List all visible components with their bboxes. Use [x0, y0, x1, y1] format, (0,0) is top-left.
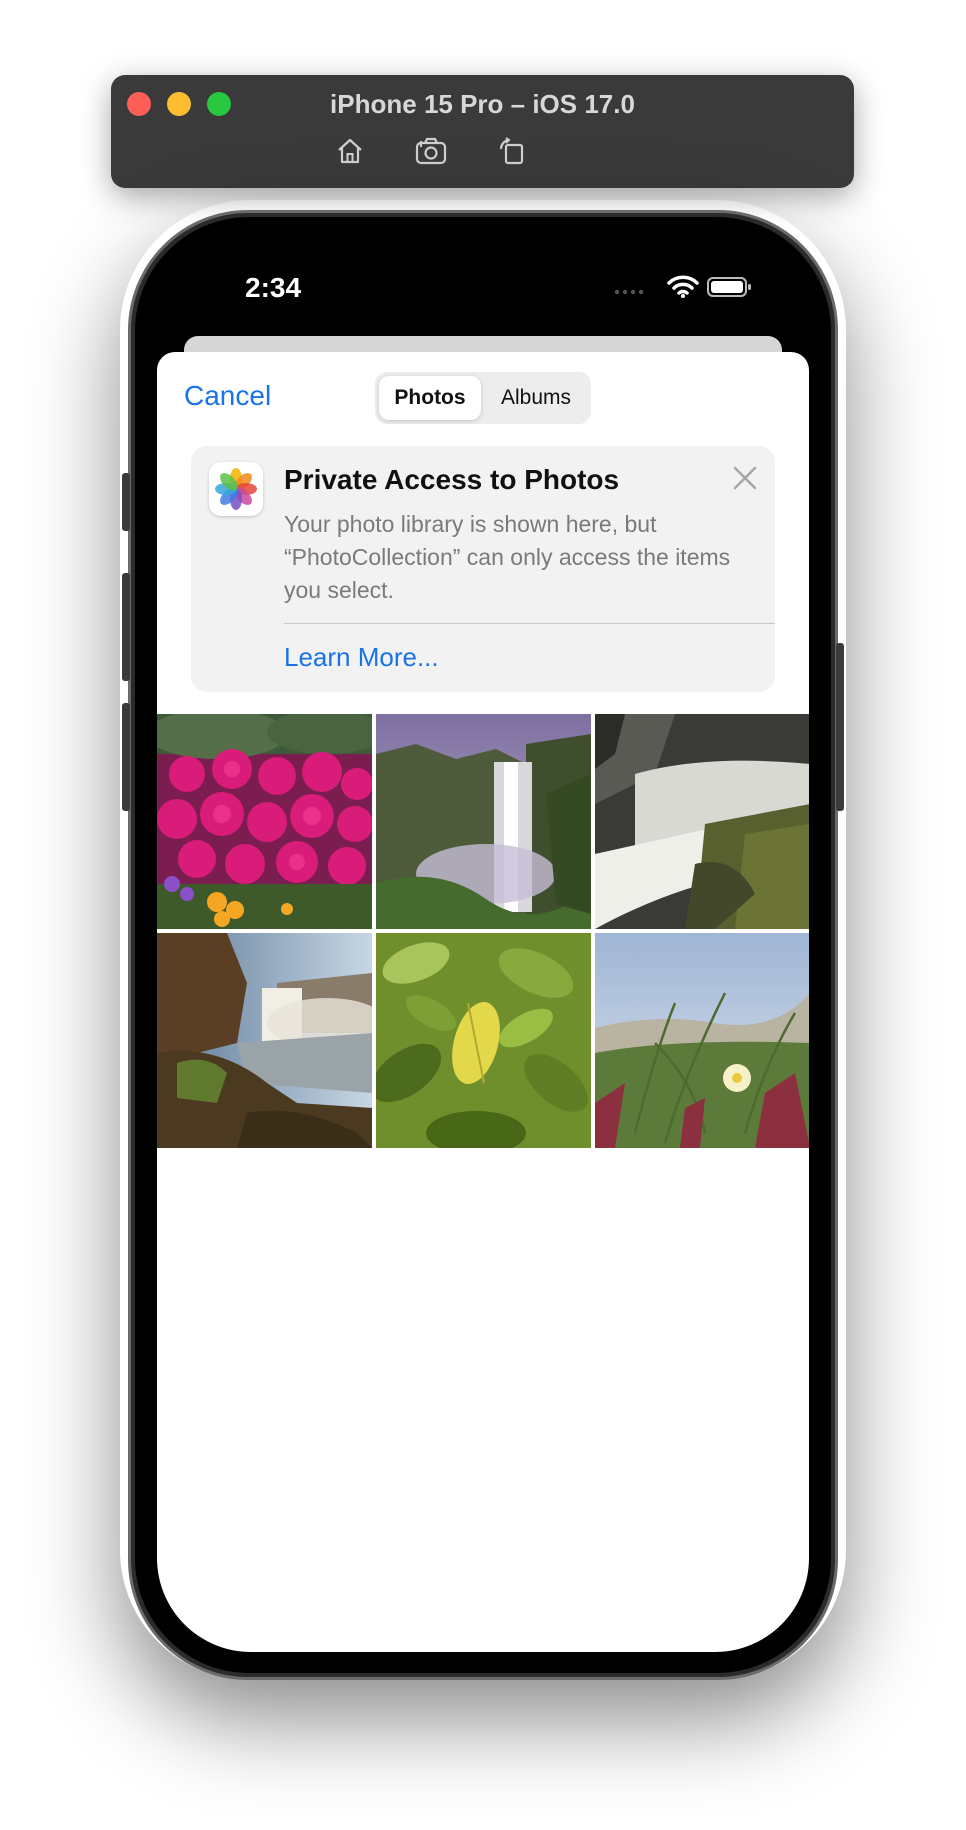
photos-app-icon: [209, 462, 263, 516]
photos-albums-segmented-control: Photos Albums: [375, 372, 591, 424]
battery-icon: [707, 277, 751, 297]
banner-body: Your photo library is shown here, but “P…: [284, 511, 731, 603]
banner-divider: [284, 623, 775, 624]
volume-down-button[interactable]: [122, 703, 130, 811]
wifi-icon: [667, 275, 699, 298]
screenshot-icon[interactable]: [414, 135, 450, 167]
tab-photos[interactable]: Photos: [379, 376, 481, 420]
cellular-icon: [614, 289, 644, 295]
photo-thumbnail-waterfall-cliff[interactable]: [376, 714, 591, 929]
photo-thumbnail-pink-flowers[interactable]: [157, 714, 372, 929]
volume-up-button[interactable]: [122, 573, 130, 681]
phone-screen: 2:34 Cancel Photos Albums Private Access…: [157, 240, 809, 1652]
cancel-button[interactable]: Cancel: [184, 380, 271, 412]
simulator-window: iPhone 15 Pro – iOS 17.0 2:34 Cancel Pho…: [0, 0, 966, 1830]
tab-albums[interactable]: Albums: [485, 376, 587, 420]
simulator-title: iPhone 15 Pro – iOS 17.0: [330, 89, 635, 119]
simulator-title-bar: iPhone 15 Pro – iOS 17.0: [111, 75, 854, 188]
photo-thumbnail-waterfall-rocks[interactable]: [595, 714, 809, 929]
photo-picker-sheet: Cancel Photos Albums Private Access to P…: [157, 352, 809, 1652]
photo-thumbnail-dune-flower[interactable]: [595, 933, 809, 1148]
close-icon[interactable]: [729, 462, 761, 494]
photo-grid: [157, 714, 809, 1148]
status-time: 2:34: [245, 272, 302, 303]
photo-thumbnail-waterfall-river[interactable]: [157, 933, 372, 1148]
private-access-banner: Private Access to Photos Your photo libr…: [191, 446, 775, 692]
learn-more-link[interactable]: Learn More...: [284, 642, 439, 673]
power-button[interactable]: [836, 643, 844, 811]
rotate-icon[interactable]: [495, 135, 527, 167]
status-icons: [613, 274, 753, 298]
photo-thumbnail-green-leaves[interactable]: [376, 933, 591, 1148]
banner-title: Private Access to Photos: [284, 464, 620, 495]
action-button[interactable]: [122, 473, 130, 531]
home-icon[interactable]: [334, 135, 366, 167]
